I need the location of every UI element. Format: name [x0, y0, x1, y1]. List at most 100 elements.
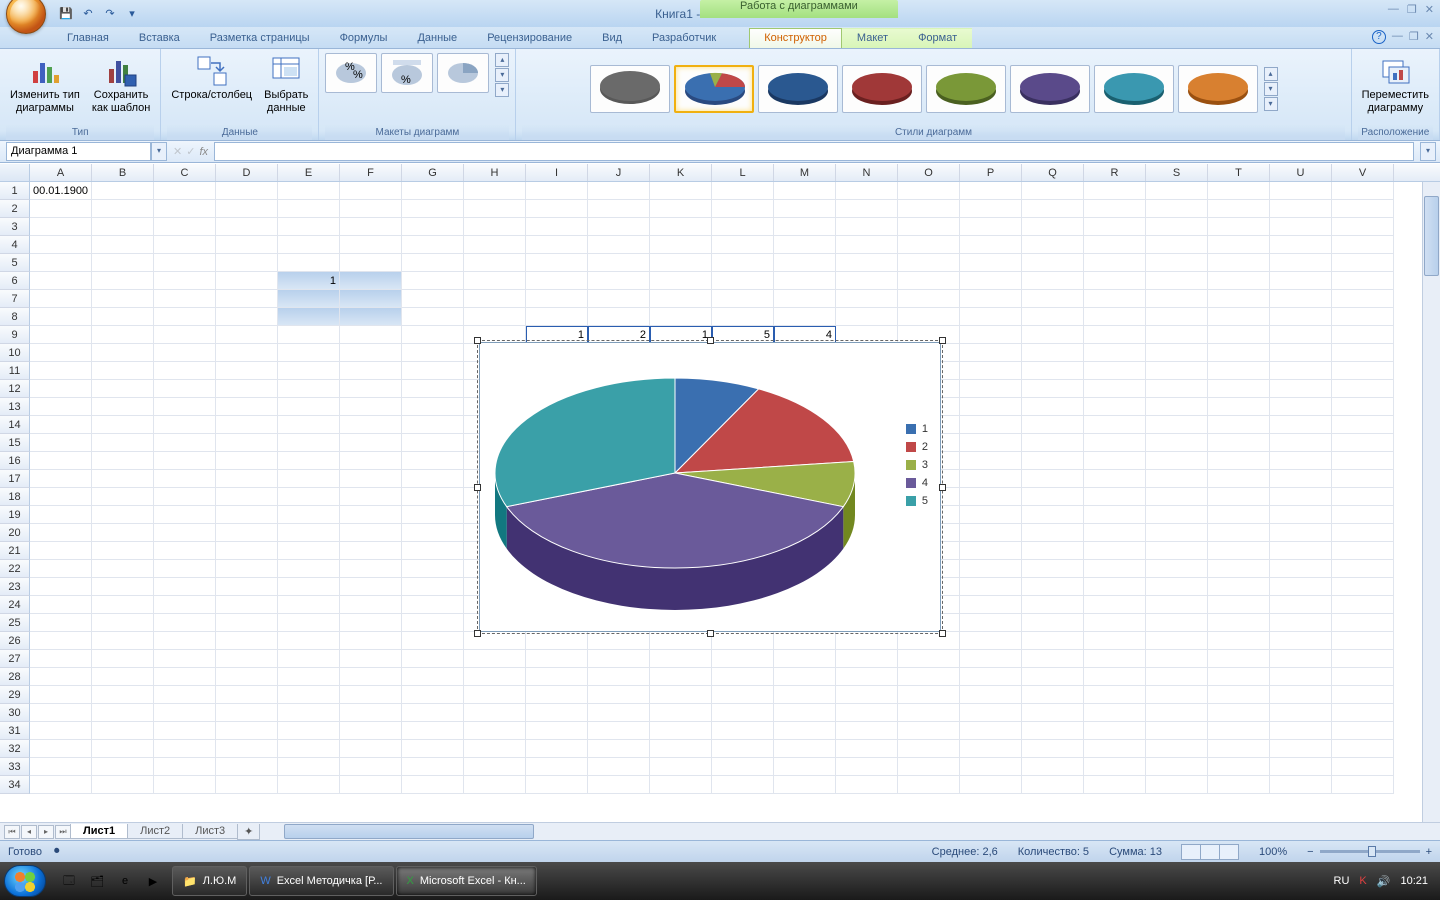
- media-player-icon[interactable]: ▶: [140, 866, 166, 896]
- cell[interactable]: [712, 272, 774, 290]
- cell[interactable]: [1208, 632, 1270, 650]
- cell[interactable]: [402, 434, 464, 452]
- cell[interactable]: [898, 668, 960, 686]
- cell[interactable]: [1084, 614, 1146, 632]
- cell[interactable]: [898, 650, 960, 668]
- cell[interactable]: [154, 452, 216, 470]
- cell[interactable]: [1270, 218, 1332, 236]
- cell[interactable]: [1270, 308, 1332, 326]
- cell[interactable]: [154, 218, 216, 236]
- cell[interactable]: [464, 722, 526, 740]
- cell[interactable]: [1146, 434, 1208, 452]
- save-as-template-button[interactable]: Сохранить как шаблон: [88, 53, 155, 117]
- cell[interactable]: [1084, 506, 1146, 524]
- cell[interactable]: [960, 272, 1022, 290]
- cell[interactable]: [278, 704, 340, 722]
- cell[interactable]: [154, 200, 216, 218]
- cell[interactable]: [1022, 344, 1084, 362]
- style-5[interactable]: [926, 65, 1006, 113]
- cell[interactable]: [1084, 578, 1146, 596]
- cell[interactable]: [588, 758, 650, 776]
- cell[interactable]: [1208, 704, 1270, 722]
- cell[interactable]: [278, 434, 340, 452]
- row-header[interactable]: 29: [0, 686, 30, 704]
- cell[interactable]: [402, 686, 464, 704]
- row-header[interactable]: 17: [0, 470, 30, 488]
- cell[interactable]: [92, 218, 154, 236]
- sheet-nav-first[interactable]: ⏮: [4, 825, 20, 839]
- cell[interactable]: [402, 524, 464, 542]
- cell[interactable]: [898, 200, 960, 218]
- cell[interactable]: [774, 236, 836, 254]
- cell[interactable]: [1022, 452, 1084, 470]
- row-header[interactable]: 8: [0, 308, 30, 326]
- cell[interactable]: [1022, 650, 1084, 668]
- cell[interactable]: [960, 632, 1022, 650]
- cell[interactable]: [898, 182, 960, 200]
- cell[interactable]: [774, 200, 836, 218]
- cell[interactable]: [402, 416, 464, 434]
- cell[interactable]: [1146, 578, 1208, 596]
- tab-chart-format[interactable]: Формат: [903, 28, 972, 48]
- select-data-button[interactable]: Выбрать данные: [260, 53, 312, 117]
- cell[interactable]: [836, 218, 898, 236]
- cell[interactable]: [1084, 758, 1146, 776]
- cell[interactable]: [92, 488, 154, 506]
- cell[interactable]: [30, 200, 92, 218]
- cell[interactable]: [216, 542, 278, 560]
- cell[interactable]: [1208, 488, 1270, 506]
- cell[interactable]: [1270, 524, 1332, 542]
- wb-close-button[interactable]: ✕: [1425, 30, 1434, 44]
- cell[interactable]: [960, 542, 1022, 560]
- cell[interactable]: [1208, 218, 1270, 236]
- cell[interactable]: [216, 722, 278, 740]
- cell[interactable]: [1208, 236, 1270, 254]
- cell[interactable]: [30, 614, 92, 632]
- cell[interactable]: [1146, 758, 1208, 776]
- cell[interactable]: [402, 776, 464, 794]
- scroll-up-icon[interactable]: ▴: [1264, 67, 1278, 81]
- cell[interactable]: [1084, 272, 1146, 290]
- tray-kaspersky-icon[interactable]: K: [1359, 875, 1366, 887]
- qat-more-icon[interactable]: ▾: [124, 6, 140, 22]
- cell[interactable]: [1022, 470, 1084, 488]
- row-header[interactable]: 13: [0, 398, 30, 416]
- cell[interactable]: [402, 722, 464, 740]
- cell[interactable]: [30, 362, 92, 380]
- cell[interactable]: [1332, 740, 1394, 758]
- cell[interactable]: [1022, 326, 1084, 344]
- layout-thumb-2[interactable]: %: [381, 53, 433, 93]
- cell[interactable]: [774, 722, 836, 740]
- cell[interactable]: [1332, 506, 1394, 524]
- cell[interactable]: [278, 614, 340, 632]
- ie-icon[interactable]: e: [112, 866, 138, 896]
- cell[interactable]: [1332, 704, 1394, 722]
- cell[interactable]: [836, 308, 898, 326]
- cell[interactable]: [836, 704, 898, 722]
- cell[interactable]: [836, 668, 898, 686]
- cell[interactable]: [464, 686, 526, 704]
- cell[interactable]: [154, 506, 216, 524]
- cell[interactable]: [216, 182, 278, 200]
- cell[interactable]: [340, 308, 402, 326]
- cell[interactable]: [154, 344, 216, 362]
- cell[interactable]: [1270, 362, 1332, 380]
- cell[interactable]: [154, 308, 216, 326]
- cell[interactable]: [1022, 704, 1084, 722]
- cell[interactable]: [154, 290, 216, 308]
- tab-chart-layout[interactable]: Макет: [842, 28, 903, 48]
- cell[interactable]: [402, 758, 464, 776]
- col-header[interactable]: N: [836, 164, 898, 181]
- cell[interactable]: [1208, 398, 1270, 416]
- cell[interactable]: [340, 470, 402, 488]
- cell[interactable]: [154, 398, 216, 416]
- cell[interactable]: [1146, 632, 1208, 650]
- cell[interactable]: [340, 758, 402, 776]
- cell[interactable]: [1270, 326, 1332, 344]
- cell[interactable]: [402, 200, 464, 218]
- cell[interactable]: [836, 182, 898, 200]
- cell[interactable]: [1270, 434, 1332, 452]
- cell[interactable]: [588, 182, 650, 200]
- cell[interactable]: [1084, 524, 1146, 542]
- cell[interactable]: [712, 632, 774, 650]
